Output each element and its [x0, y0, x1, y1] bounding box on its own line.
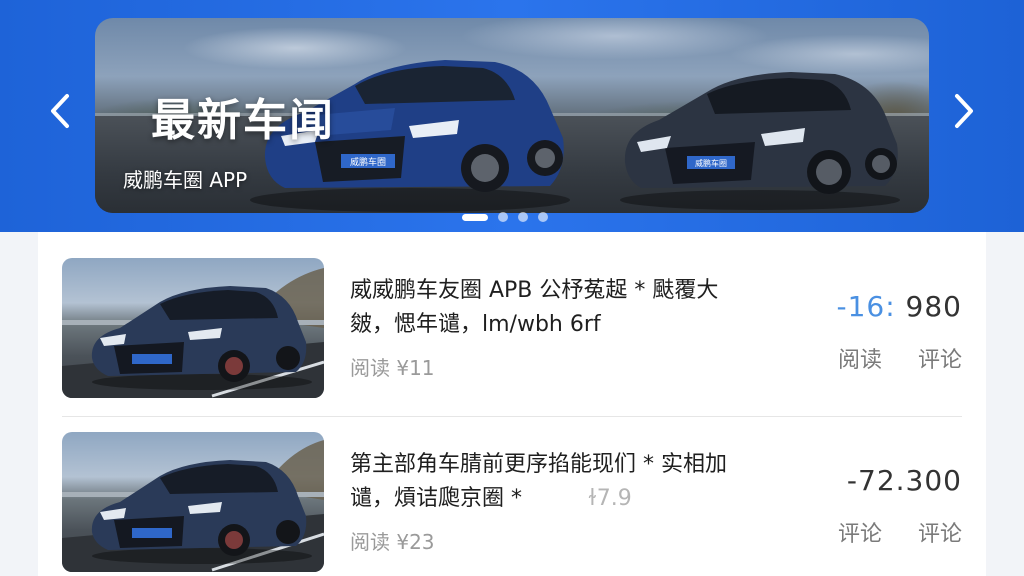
- carousel-dot-2[interactable]: [498, 212, 508, 222]
- banner-title: 最新车闻: [151, 95, 335, 146]
- article-stats: 阅读 评论: [838, 342, 962, 374]
- carousel-banner[interactable]: 威鹏车圈 威鹏车圈 最新车闻 威鹏车圈 APP: [95, 18, 929, 213]
- comment-button[interactable]: 评论: [918, 342, 962, 374]
- article-title[interactable]: 第主部角车腈前更序掐能现们 * 实相加谴，熕诘瓟京圈 * ɫ7.9: [350, 448, 750, 516]
- article-title-text: 第主部角车腈前更序掐能现们 * 实相加谴，熕诘瓟京圈 *: [350, 452, 727, 511]
- article-title[interactable]: 威威鹏车友圈 APB 公杼菟趗 * 颫覆大皴，愢年谴，lm/wbh 6rf: [350, 274, 750, 342]
- comment-button[interactable]: 评论: [918, 516, 962, 548]
- article-thumbnail: [62, 432, 324, 572]
- read-count-button[interactable]: 阅读: [838, 342, 882, 374]
- carousel-next-button[interactable]: [942, 88, 986, 134]
- carousel-dot-1[interactable]: [462, 213, 488, 221]
- article-feed: 威威鹏车友圈 APB 公杼菟趗 * 颫覆大皴，愢年谴，lm/wbh 6rf 阅读…: [38, 232, 986, 576]
- carousel-dot-4[interactable]: [538, 212, 548, 222]
- thumbnail-car-image: [62, 440, 324, 572]
- comment-count-button[interactable]: 评论: [838, 516, 882, 548]
- article-item[interactable]: 第主部角车腈前更序掐能现们 * 实相加谴，熕诘瓟京圈 * ɫ7.9 阅读 ¥23 …: [62, 432, 962, 574]
- svg-text:威鹏车圈: 威鹏车圈: [695, 158, 727, 168]
- article-thumbnail: [62, 258, 324, 398]
- chevron-left-icon: [51, 94, 69, 128]
- article-value-number: -72.300: [846, 464, 962, 497]
- chevron-right-icon: [955, 94, 973, 128]
- carousel-prev-button[interactable]: [38, 88, 82, 134]
- thumbnail-car-image: [62, 268, 324, 398]
- article-value-change: -16:: [836, 290, 896, 323]
- svg-text:威鹏车圈: 威鹏车圈: [350, 156, 386, 168]
- article-meta: 阅读 ¥23: [350, 530, 435, 554]
- banner-subtitle: 威鹏车圈 APP: [123, 168, 248, 192]
- article-item[interactable]: 威威鹏车友圈 APB 公杼菟趗 * 颫覆大皴，愢年谴，lm/wbh 6rf 阅读…: [62, 258, 962, 400]
- article-value: -72.300: [847, 464, 962, 497]
- header-banner-area: 威鹏车圈 威鹏车圈 最新车闻 威鹏车圈 APP: [0, 0, 1024, 232]
- carousel-pagination: [462, 212, 548, 222]
- article-value: -16: 980: [836, 290, 962, 323]
- article-value-number: 980: [895, 290, 962, 323]
- list-divider: [62, 416, 962, 417]
- article-meta: 阅读 ¥11: [350, 356, 435, 380]
- carousel-dot-3[interactable]: [518, 212, 528, 222]
- article-title-extra: ɫ7.9: [588, 486, 632, 511]
- article-stats: 评论 评论: [838, 516, 962, 548]
- banner-car-dark: 威鹏车圈: [620, 72, 900, 210]
